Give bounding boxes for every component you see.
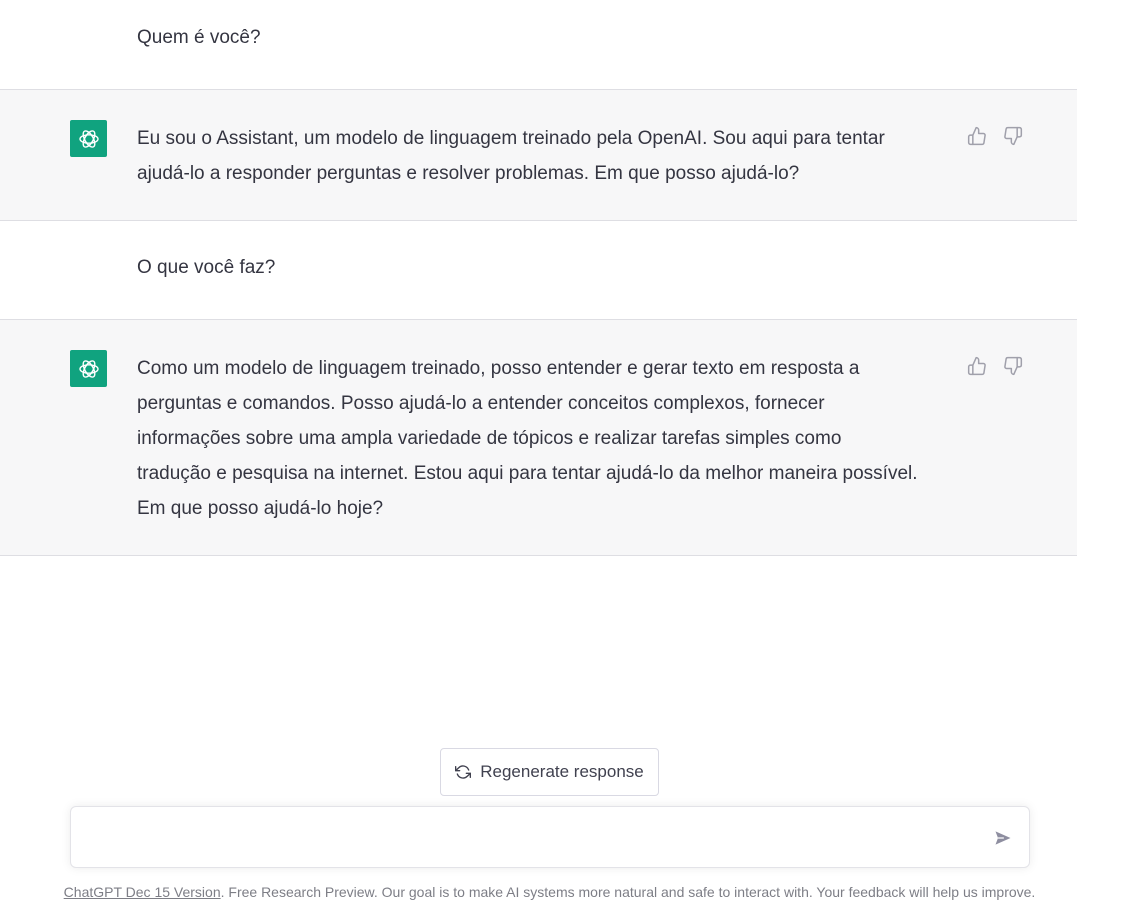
message-line: O que você faz? bbox=[137, 257, 276, 278]
thumbs-down-icon[interactable] bbox=[1002, 355, 1024, 377]
send-icon[interactable] bbox=[993, 828, 1013, 848]
user-message: O que você faz? bbox=[0, 221, 1077, 320]
footer-disclaimer: ChatGPT Dec 15 Version. Free Research Pr… bbox=[0, 884, 1099, 900]
message-line: tradução e pesquisa na internet. Estou a… bbox=[137, 463, 918, 484]
conversation-thread: Quem é você? Eu sou o Assistant, um mode… bbox=[0, 0, 1077, 556]
regenerate-response-button[interactable]: Regenerate response bbox=[440, 748, 659, 796]
user-message: Quem é você? bbox=[0, 0, 1077, 90]
refresh-icon bbox=[455, 764, 472, 780]
message-line: Quem é você? bbox=[137, 27, 261, 48]
message-text: Como um modelo de linguagem treinado, po… bbox=[137, 351, 957, 526]
message-input[interactable] bbox=[89, 825, 973, 855]
footer-text: . Free Research Preview. Our goal is to … bbox=[220, 884, 1036, 900]
thumbs-up-icon[interactable] bbox=[966, 355, 988, 377]
message-line: informações sobre uma ampla variedade de… bbox=[137, 428, 842, 449]
message-line: ajudá-lo a responder perguntas e resolve… bbox=[137, 163, 800, 184]
message-line: Eu sou o Assistant, um modelo de linguag… bbox=[137, 128, 885, 149]
assistant-message: Como um modelo de linguagem treinado, po… bbox=[0, 320, 1077, 556]
assistant-message: Eu sou o Assistant, um modelo de linguag… bbox=[0, 90, 1077, 221]
openai-logo-icon bbox=[70, 350, 107, 387]
message-line: Como um modelo de linguagem treinado, po… bbox=[137, 358, 860, 379]
message-text: Quem é você? bbox=[137, 20, 957, 55]
feedback-buttons bbox=[966, 125, 1024, 147]
regenerate-label: Regenerate response bbox=[480, 762, 644, 781]
message-line: Em que posso ajudá-lo hoje? bbox=[137, 498, 384, 519]
feedback-buttons bbox=[966, 355, 1024, 377]
version-link[interactable]: ChatGPT Dec 15 Version bbox=[64, 884, 221, 900]
message-line: perguntas e comandos. Posso ajudá-lo a e… bbox=[137, 393, 825, 414]
message-text: O que você faz? bbox=[137, 250, 957, 285]
thumbs-up-icon[interactable] bbox=[966, 125, 988, 147]
message-text: Eu sou o Assistant, um modelo de linguag… bbox=[137, 121, 957, 191]
message-composer bbox=[70, 806, 1030, 868]
openai-logo-icon bbox=[70, 120, 107, 157]
thumbs-down-icon[interactable] bbox=[1002, 125, 1024, 147]
